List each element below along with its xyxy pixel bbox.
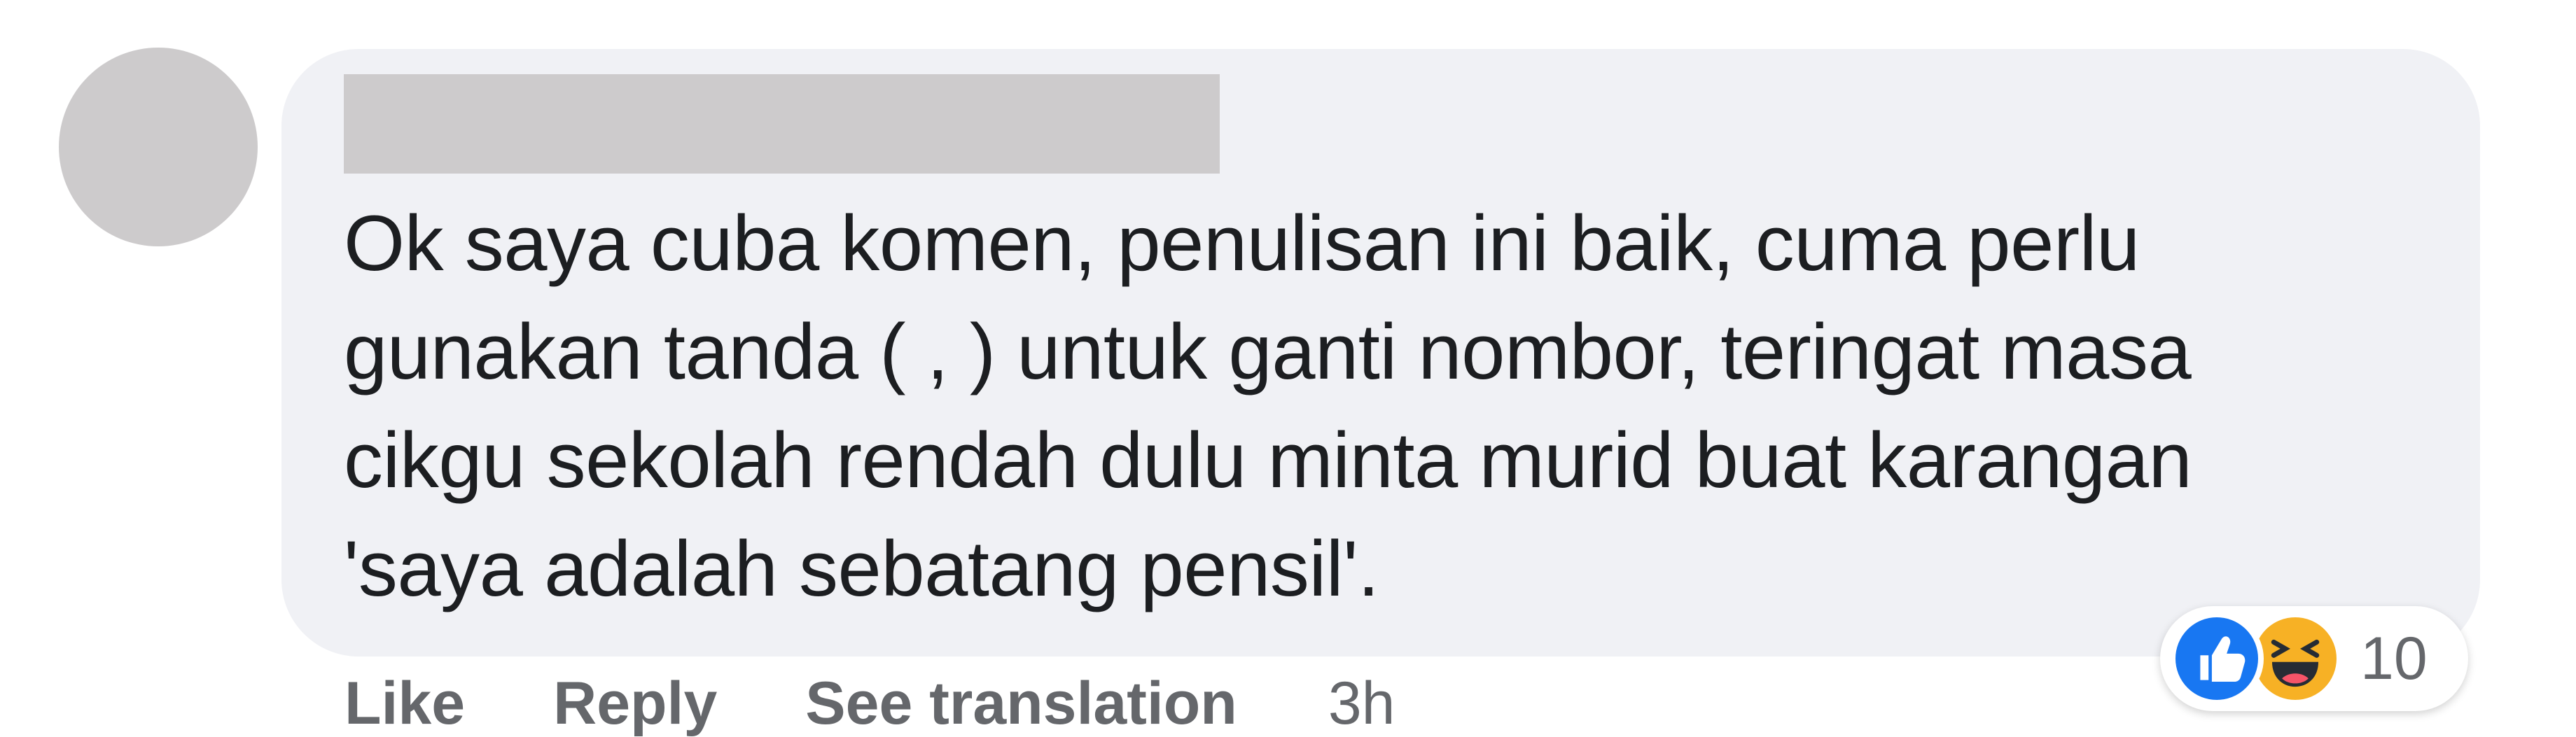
comment-actions: Like Reply See translation 3h <box>344 665 1395 737</box>
like-icon <box>2170 612 2264 706</box>
comment: Ok saya cuba komen, penulisan ini baik, … <box>0 0 2576 737</box>
like-button[interactable]: Like <box>344 669 465 737</box>
reactions-summary[interactable]: 10 <box>2160 606 2468 711</box>
timestamp[interactable]: 3h <box>1328 669 1395 737</box>
author-name-redacted[interactable] <box>344 74 1220 174</box>
comment-text: Ok saya cuba komen, penulisan ini baik, … <box>344 199 2192 612</box>
reply-button[interactable]: Reply <box>553 669 717 737</box>
comment-bubble: Ok saya cuba komen, penulisan ini baik, … <box>281 49 2480 657</box>
reaction-count: 10 <box>2360 624 2428 692</box>
avatar[interactable] <box>59 48 258 246</box>
see-translation-button[interactable]: See translation <box>805 669 1237 737</box>
